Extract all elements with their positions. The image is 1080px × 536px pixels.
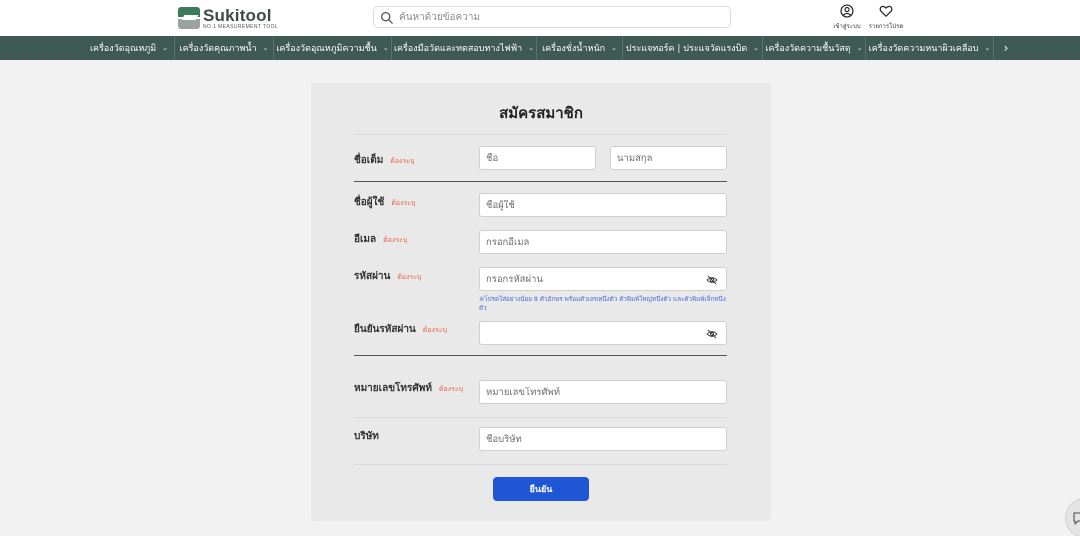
chevron-down-icon: ⌄ <box>382 44 389 52</box>
nav-item-label: เครื่องวัดคุณภาพน้ำ <box>179 44 257 54</box>
nav-item-label: ประแจทอร์ค | ประแจวัดแรงบิด <box>625 44 748 54</box>
last-name-field[interactable] <box>610 146 727 170</box>
chat-button[interactable] <box>1065 498 1080 536</box>
search-box[interactable] <box>373 6 731 28</box>
nav-item-electrical[interactable]: เครื่องมือวัดและทดสอบทางไฟฟ้า ⌄ <box>392 36 537 60</box>
required-badge: ต้องระบุ <box>383 236 408 244</box>
fullname-label-text: ชื่อเต็ม <box>354 155 384 166</box>
submit-button[interactable]: ยืนยัน <box>493 477 589 501</box>
nav-item-thermometer[interactable]: เครื่องวัดอุณหภูมิ ⌄ <box>84 36 175 60</box>
chevron-down-icon: ⌄ <box>856 44 863 52</box>
confirm-password-label: ยืนยันรหัสผ่าน ต้องระบุ <box>354 322 447 337</box>
phone-input[interactable] <box>486 386 726 398</box>
confirm-password-field[interactable] <box>479 321 727 345</box>
eye-off-icon[interactable] <box>706 274 718 286</box>
section-divider <box>354 464 727 465</box>
search-input[interactable] <box>399 11 719 23</box>
wishlist-label: รายการโปรด <box>868 23 904 30</box>
logo[interactable]: Sukitool NO.1 MEASUREMENT TOOL <box>178 6 278 30</box>
password-hint: ※โปรดใส่อย่างน้อย 8 ตัวอักษร พร้อมตัวเลข… <box>479 296 726 312</box>
nav-item-label: เครื่องชั่งน้ำหนัก <box>542 44 606 54</box>
search-icon <box>380 11 393 24</box>
required-badge: ต้องระบุ <box>391 199 416 207</box>
email-field[interactable] <box>479 230 727 254</box>
title-divider <box>354 134 727 135</box>
section-divider <box>354 181 727 182</box>
nav-item-water-quality[interactable]: เครื่องวัดคุณภาพน้ำ ⌄ <box>175 36 274 60</box>
chevron-down-icon: ⌄ <box>611 44 617 52</box>
chevron-down-icon: ⌄ <box>528 44 535 52</box>
chevron-down-icon: ⌄ <box>753 44 760 52</box>
password-label: รหัสผ่าน ต้องระบุ <box>354 269 422 284</box>
nav-item-humidity[interactable]: เครื่องวัดอุณหภูมิความชื้น ⌄ <box>274 36 392 60</box>
login-label: เข้าสู่ระบบ <box>833 23 861 30</box>
phone-label: หมายเลขโทรศัพท์ ต้องระบุ <box>354 381 463 396</box>
phone-field[interactable] <box>479 380 727 404</box>
login-button[interactable]: เข้าสู่ระบบ <box>830 4 864 31</box>
register-card: สมัครสมาชิก ชื่อเต็มต้องระบุ ชื่อผู้ใช้ต… <box>311 83 771 521</box>
logo-tagline: NO.1 MEASUREMENT TOOL <box>203 23 279 30</box>
username-label-text: ชื่อผู้ใช้ <box>354 197 385 208</box>
user-circle-icon <box>840 4 854 18</box>
username-label: ชื่อผู้ใช้ ต้องระบุ <box>354 195 415 210</box>
eye-off-icon[interactable] <box>706 328 718 340</box>
first-name-input[interactable] <box>486 152 595 164</box>
nav-item-label: เครื่องมือวัดและทดสอบทางไฟฟ้า <box>393 44 523 54</box>
email-label-text: อีเมล <box>354 234 377 245</box>
nav-item-scales[interactable]: เครื่องชั่งน้ำหนัก ⌄ <box>537 36 623 60</box>
nav-item-material-moisture[interactable]: เครื่องวัดความชื้นวัสดุ ⌄ <box>763 36 866 60</box>
logo-text: Sukitool NO.1 MEASUREMENT TOOL <box>203 7 278 30</box>
main-nav: เครื่องวัดอุณหภูมิ ⌄ เครื่องวัดคุณภาพน้ำ ⌄… <box>0 36 1080 60</box>
password-label-text: รหัสผ่าน <box>354 271 391 282</box>
section-divider <box>354 417 727 418</box>
email-input[interactable] <box>486 236 726 248</box>
confirm-password-label-text: ยืนยันรหัสผ่าน <box>354 324 416 335</box>
required-badge: ต้องระบุ <box>438 385 464 393</box>
nav-next-button[interactable]: › <box>994 36 1018 60</box>
username-field[interactable] <box>479 193 727 217</box>
email-label: อีเมล ต้องระบุ <box>354 232 407 247</box>
wishlist-button[interactable]: รายการโปรด <box>869 4 903 31</box>
chevron-right-icon: › <box>1003 41 1009 55</box>
nav-item-label: เครื่องวัดความหนาผิวเคลือบ <box>868 44 979 54</box>
company-field[interactable] <box>479 427 727 451</box>
chevron-down-icon: ⌄ <box>984 44 991 52</box>
chat-icon <box>1073 512 1080 525</box>
nav-item-torque[interactable]: ประแจทอร์ค | ประแจวัดแรงบิด ⌄ <box>623 36 763 60</box>
username-input[interactable] <box>486 199 726 211</box>
confirm-password-input[interactable] <box>486 327 726 339</box>
required-badge: ต้องระบุ <box>422 326 447 334</box>
company-label-text: บริษัท <box>354 431 379 442</box>
logo-mark-icon <box>178 7 200 29</box>
nav-item-label: เครื่องวัดอุณหภูมิความชื้น <box>276 44 377 54</box>
required-badge: ต้องระบุ <box>390 157 415 165</box>
nav-item-coating-thickness[interactable]: เครื่องวัดความหนาผิวเคลือบ ⌄ <box>866 36 994 60</box>
chevron-down-icon: ⌄ <box>162 44 169 52</box>
heart-icon <box>879 5 893 17</box>
password-input[interactable] <box>486 273 726 285</box>
phone-label-text: หมายเลขโทรศัพท์ <box>354 383 432 394</box>
required-badge: ต้องระบุ <box>397 273 422 281</box>
nav-item-label: เครื่องวัดอุณหภูมิ <box>89 44 157 54</box>
password-field[interactable] <box>479 267 727 291</box>
last-name-input[interactable] <box>617 152 726 164</box>
fullname-label: ชื่อเต็ม ต้องระบุ <box>354 153 414 168</box>
logo-name: Sukitool <box>203 5 272 25</box>
section-divider <box>354 355 727 356</box>
site-header: Sukitool NO.1 MEASUREMENT TOOL เข้าสู่ระ… <box>0 0 1080 36</box>
chevron-down-icon: ⌄ <box>262 44 269 52</box>
page-title: สมัครสมาชิก <box>499 104 583 122</box>
company-input[interactable] <box>486 433 726 445</box>
nav-item-label: เครื่องวัดความชื้นวัสดุ <box>765 44 851 54</box>
company-label: บริษัท <box>354 429 379 444</box>
first-name-field[interactable] <box>479 146 596 170</box>
